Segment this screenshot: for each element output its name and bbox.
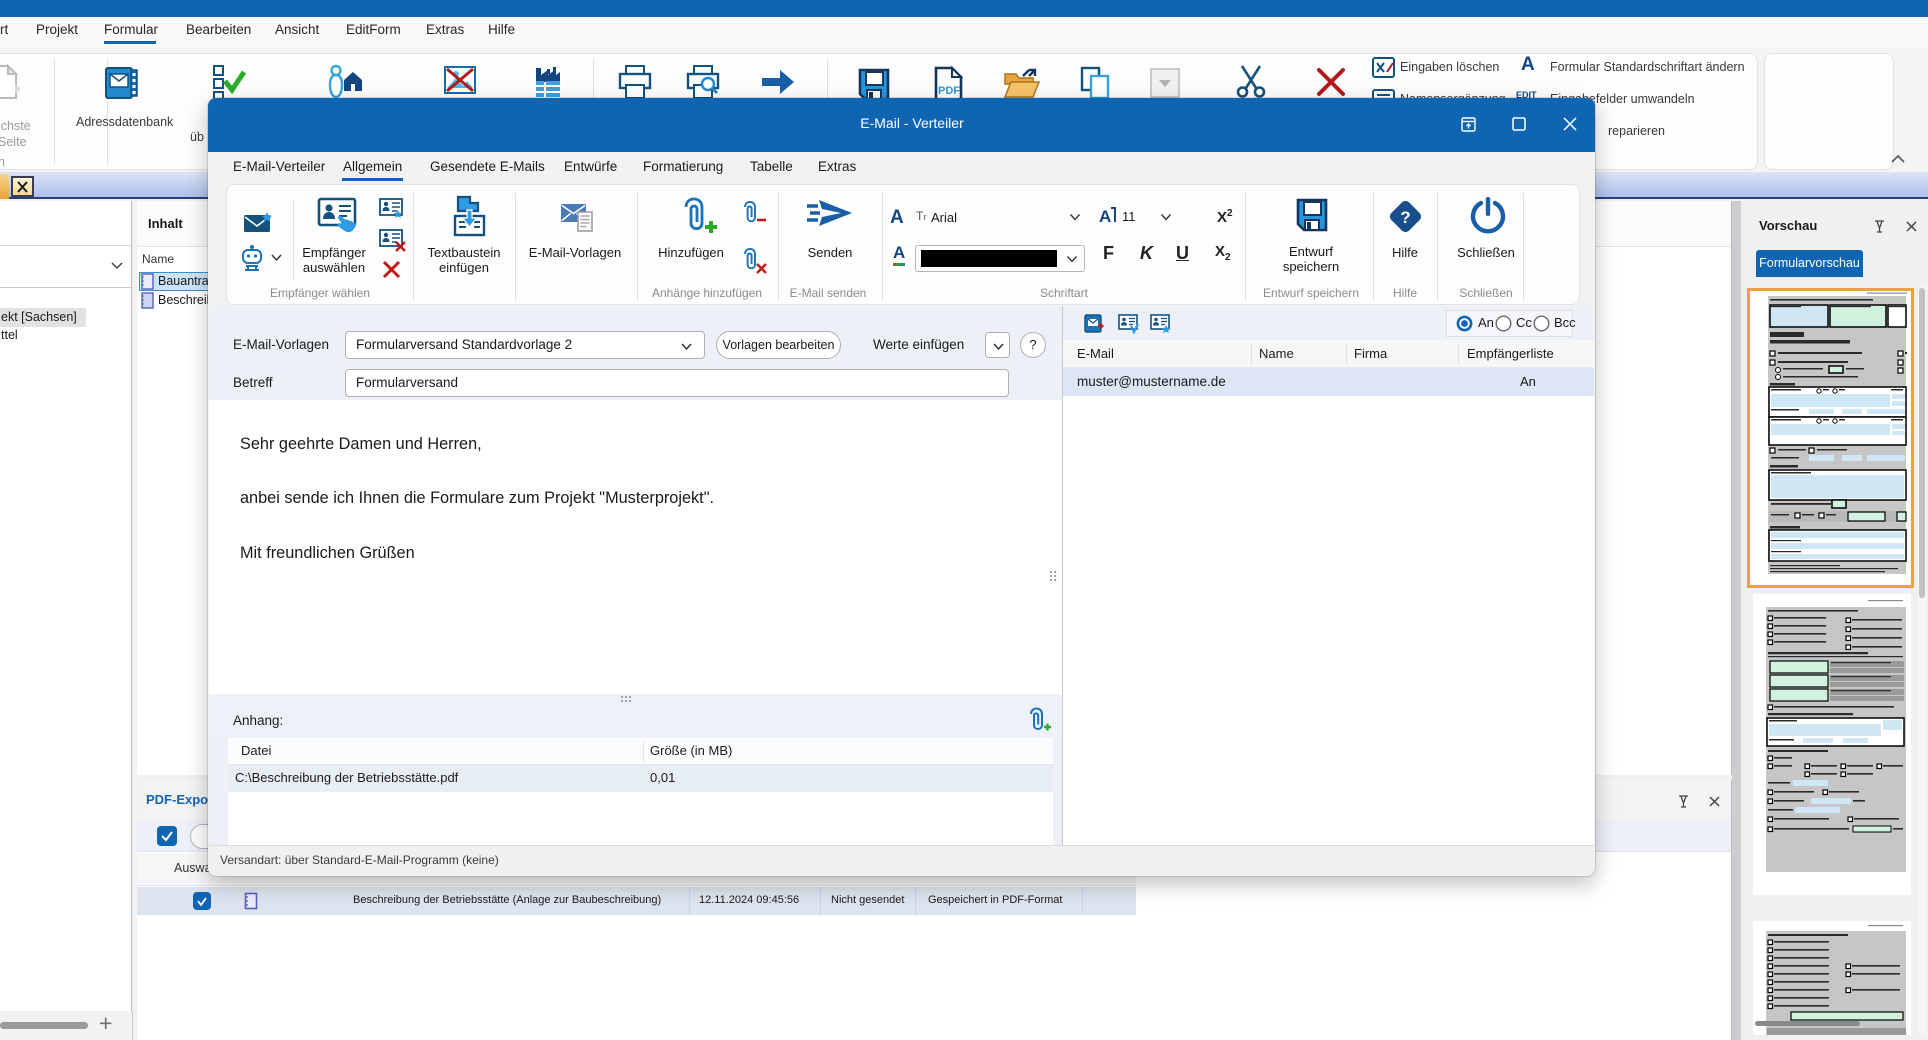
svg-text:PDF: PDF [938,85,960,97]
svg-text:?: ? [1400,208,1410,227]
